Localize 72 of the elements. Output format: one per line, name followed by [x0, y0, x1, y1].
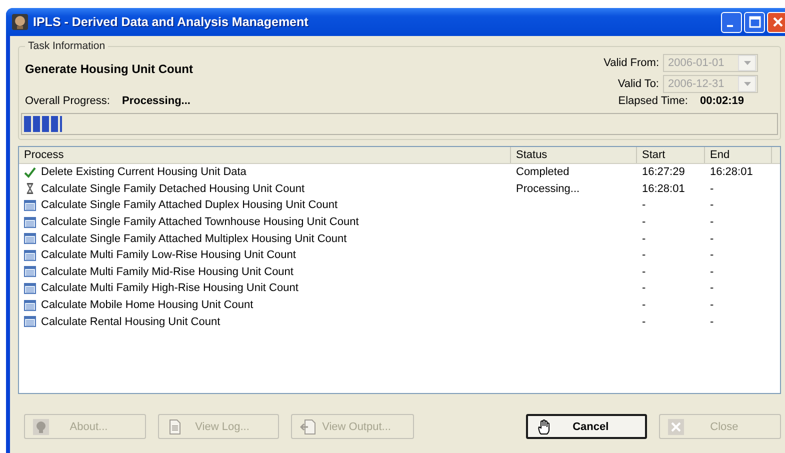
progress-label: Overall Progress:	[25, 95, 110, 107]
start-time: -	[642, 266, 646, 278]
end-time: 16:28:01	[710, 166, 753, 178]
column-header[interactable]: Start	[637, 147, 705, 163]
elapsed-label: Elapsed Time:	[618, 95, 688, 107]
start-time: 16:27:29	[642, 166, 685, 178]
group-label: Task Information	[27, 40, 106, 52]
start-time: -	[642, 249, 646, 262]
table-icon	[24, 200, 36, 211]
close-icon	[668, 418, 684, 434]
app-icon	[12, 14, 28, 30]
end-time: -	[710, 299, 714, 312]
table-icon	[24, 316, 36, 328]
start-time: -	[642, 216, 646, 228]
end-time: -	[710, 316, 714, 328]
field-label: Valid From:	[604, 57, 659, 69]
cancel-button[interactable]: Cancel	[526, 414, 648, 439]
start-time: -	[642, 299, 646, 312]
process-name: Delete Existing Current Housing Unit Data	[41, 166, 246, 178]
start-time: -	[642, 199, 646, 212]
column-header[interactable]: End	[705, 147, 772, 163]
column-header[interactable]: Status	[511, 147, 637, 163]
status-text: Completed	[516, 166, 570, 178]
hourglass-icon	[24, 183, 36, 194]
start-time: 16:28:01	[642, 182, 685, 195]
task-name: Generate Housing Unit Count	[25, 62, 193, 78]
end-time: -	[710, 282, 714, 294]
document-arrow-icon	[300, 418, 316, 434]
date-dropdown[interactable]: 2006-01-01	[663, 54, 758, 72]
table-icon	[24, 266, 36, 278]
start-time: -	[642, 316, 646, 328]
process-name: Calculate Multi Family Mid-Rise Housing Unit Count	[41, 266, 294, 278]
minimize-button[interactable]	[721, 12, 742, 32]
table-icon	[24, 216, 36, 228]
process-name: Calculate Rental Housing Unit Count	[41, 316, 220, 328]
end-time: -	[710, 199, 714, 212]
table-icon	[24, 250, 36, 261]
start-time: -	[642, 232, 646, 245]
dropdown-arrow-icon	[744, 82, 750, 86]
hand-icon	[536, 418, 552, 434]
column-header[interactable]: Process	[19, 147, 511, 163]
maximize-button[interactable]	[744, 12, 765, 32]
process-name: Calculate Single Family Attached Multiplex Housing Unit Count	[41, 232, 347, 245]
table-icon	[24, 233, 36, 244]
end-time: -	[710, 216, 714, 228]
document-icon	[166, 418, 183, 434]
table-icon	[24, 300, 36, 311]
check-icon	[24, 166, 36, 178]
end-time: -	[710, 266, 714, 278]
process-name: Calculate Single Family Attached Townhouse Housing Unit Count	[41, 216, 359, 228]
dropdown-arrow-icon	[744, 61, 750, 65]
minimize-icon	[726, 25, 732, 27]
elapsed-time: 00:02:19	[700, 95, 744, 107]
window-title: IPLS - Derived Data and Analysis Management	[33, 15, 310, 29]
person-icon	[33, 418, 49, 434]
field-label: Valid To:	[618, 78, 659, 90]
close-button[interactable]	[767, 12, 785, 32]
process-name: Calculate Single Family Detached Housing Unit Count	[41, 182, 305, 195]
maximize-icon	[748, 16, 760, 28]
table-icon	[24, 282, 36, 294]
end-time: -	[710, 182, 714, 195]
process-name: Calculate Multi Family High-Rise Housing Unit Count	[41, 282, 298, 294]
process-name: Calculate Mobile Home Housing Unit Count	[41, 299, 254, 312]
end-time: -	[710, 232, 714, 245]
end-time: -	[710, 249, 714, 262]
date-dropdown[interactable]: 2006-12-31	[663, 75, 758, 93]
process-name: Calculate Multi Family Low-Rise Housing Unit Count	[41, 249, 296, 262]
progress-status: Processing...	[122, 95, 190, 107]
status-text: Processing...	[516, 182, 580, 195]
process-name: Calculate Single Family Attached Duplex Housing Unit Count	[41, 199, 338, 212]
close-icon	[772, 16, 784, 28]
start-time: -	[642, 282, 646, 294]
